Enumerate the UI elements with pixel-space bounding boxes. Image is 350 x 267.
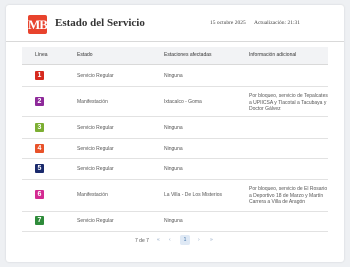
update-label: Actualización: 21:31 — [254, 20, 300, 26]
stations-cell: Ninguna — [164, 146, 183, 152]
line-badge: 1 — [35, 71, 44, 80]
line-badge: 3 — [35, 123, 44, 132]
status-cell: Servicio Regular — [77, 146, 114, 152]
page-title: Estado del Servicio — [55, 17, 145, 29]
info-cell: Por bloqueo, servicio de El Rosario a De… — [249, 186, 328, 205]
pagination: 7 de 7 « ‹ 1 › » — [6, 234, 344, 248]
stations-cell: Ninguna — [164, 166, 183, 172]
prev-page-button[interactable]: ‹ — [169, 237, 171, 243]
table-row: 1 Servicio Regular Ninguna — [22, 64, 328, 87]
table-row: 6 Manifestación La Villa - De Los Mister… — [22, 179, 328, 212]
line-badge: 6 — [35, 190, 44, 199]
last-page-button[interactable]: » — [210, 237, 213, 243]
table-row: 4 Servicio Regular Ninguna — [22, 138, 328, 159]
col-linea: Línea — [35, 52, 48, 58]
stations-cell: Ninguna — [164, 125, 183, 131]
status-cell: Servicio Regular — [77, 73, 114, 79]
info-cell: Por bloqueo, servicio de Tepalcates a UP… — [249, 93, 328, 112]
metro-logo: MB — [28, 15, 48, 34]
date-label: 15 octubre 2025 — [210, 20, 246, 26]
status-cell: Servicio Regular — [77, 218, 114, 224]
line-badge: 2 — [35, 97, 44, 106]
status-cell: Manifestación — [77, 192, 108, 198]
header: MB Estado del Servicio 15 octubre 2025 A… — [6, 5, 344, 42]
line-badge: 4 — [35, 144, 44, 153]
table-row: 7 Servicio Regular Ninguna — [22, 211, 328, 232]
status-cell: Servicio Regular — [77, 166, 114, 172]
table-row: 5 Servicio Regular Ninguna — [22, 158, 328, 180]
stations-cell: Ninguna — [164, 218, 183, 224]
current-page-button[interactable]: 1 — [180, 235, 190, 245]
next-page-button[interactable]: › — [198, 237, 200, 243]
col-estado: Estado — [77, 52, 93, 58]
line-badge: 5 — [35, 164, 44, 173]
line-badge: 7 — [35, 216, 44, 225]
table-row: 2 Manifestación Ixtacalco - Goma Por blo… — [22, 86, 328, 117]
stations-cell: Ninguna — [164, 73, 183, 79]
first-page-button[interactable]: « — [157, 237, 160, 243]
status-cell: Servicio Regular — [77, 125, 114, 131]
col-estaciones: Estaciones afectadas — [164, 52, 212, 58]
stations-cell: Ixtacalco - Goma — [164, 99, 202, 105]
table-header: Línea Estado Estaciones afectadas Inform… — [22, 47, 328, 65]
table-row: 3 Servicio Regular Ninguna — [22, 116, 328, 139]
page-count-label: 7 de 7 — [135, 238, 149, 244]
col-info: Información adicional — [249, 52, 297, 58]
stations-cell: La Villa - De Los Misterios — [164, 192, 222, 198]
status-cell: Manifestación — [77, 99, 108, 105]
status-card: MB Estado del Servicio 15 octubre 2025 A… — [6, 5, 344, 262]
